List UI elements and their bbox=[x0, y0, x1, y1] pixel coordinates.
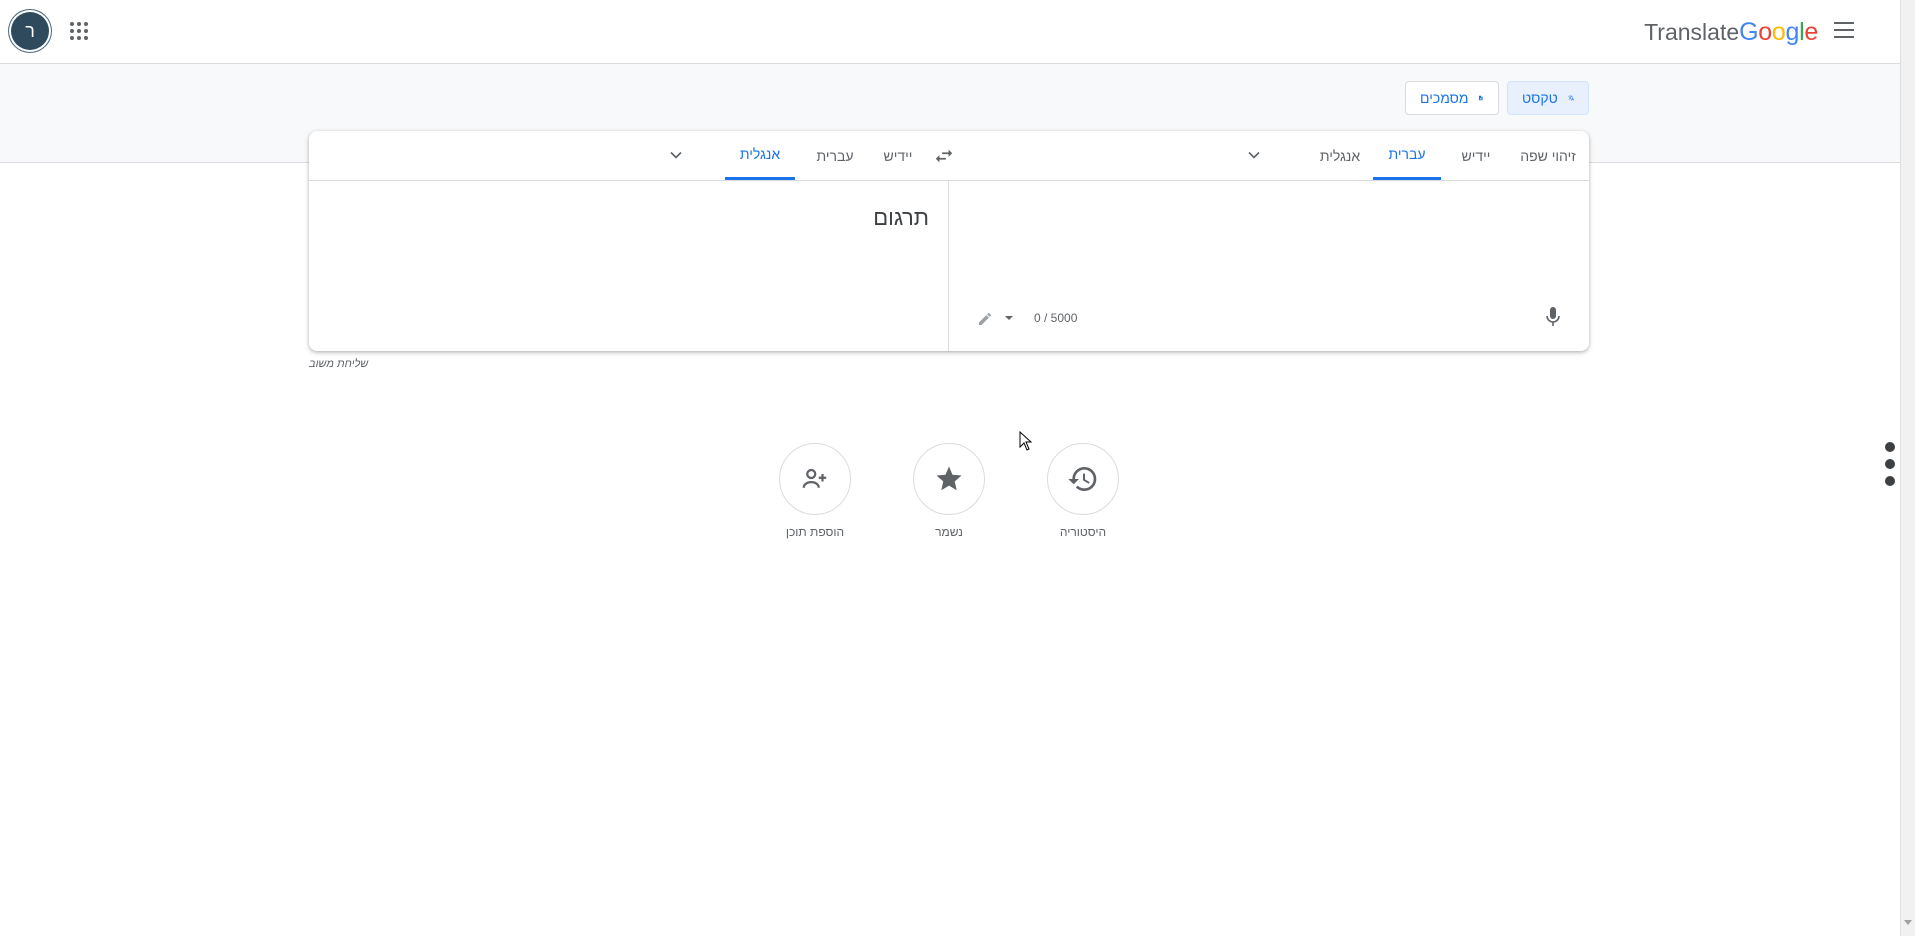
logo-letter: o bbox=[1758, 18, 1772, 46]
top-app-bar: ר Translate Google bbox=[0, 0, 1900, 64]
scroll-down-arrow-icon[interactable] bbox=[1904, 920, 1912, 925]
logo-letter: o bbox=[1771, 18, 1786, 46]
tab-label: אנגלית bbox=[739, 146, 781, 162]
translate-icon bbox=[1567, 95, 1574, 101]
tab-label: עברית bbox=[1388, 146, 1426, 162]
history-button[interactable] bbox=[1047, 443, 1119, 515]
star-icon bbox=[936, 466, 962, 491]
saved-label: נשמר bbox=[935, 525, 963, 539]
text-mode-button[interactable]: טקסט bbox=[1507, 81, 1589, 115]
translation-card: זיהוי שפה יידיש עברית אנגלית יידיש עברית… bbox=[309, 131, 1589, 351]
logo-brand: Google bbox=[1739, 18, 1818, 47]
swap-arrows-icon[interactable] bbox=[933, 145, 955, 167]
documents-mode-button[interactable]: מסמכים bbox=[1405, 81, 1499, 115]
send-feedback-link[interactable]: שליחת משוב bbox=[309, 358, 368, 370]
microphone-icon[interactable] bbox=[1545, 306, 1561, 328]
tab-label: זיהוי שפה bbox=[1520, 147, 1576, 164]
history-action[interactable]: היסטוריה bbox=[1023, 443, 1143, 539]
tab-label: עברית bbox=[816, 147, 854, 164]
saved-button[interactable] bbox=[913, 443, 985, 515]
contribute-label: הוספת תוכן bbox=[785, 525, 845, 539]
tab-source-english[interactable]: אנגלית bbox=[1316, 131, 1364, 180]
history-icon bbox=[1068, 467, 1097, 492]
pencil-icon[interactable] bbox=[977, 311, 993, 327]
logo-letter: e bbox=[1804, 18, 1818, 46]
tab-label: יידיש bbox=[1461, 147, 1491, 164]
google-translate-logo[interactable]: Translate Google bbox=[1644, 18, 1818, 47]
document-icon bbox=[1479, 95, 1484, 101]
logo-letter: G bbox=[1739, 18, 1759, 46]
tab-source-detect[interactable]: זיהוי שפה bbox=[1515, 131, 1581, 180]
account-avatar[interactable]: ר bbox=[11, 12, 49, 50]
tab-target-english[interactable]: אנגלית bbox=[725, 131, 795, 180]
tab-label: יידיש bbox=[883, 147, 913, 164]
mouse-pointer-icon bbox=[1019, 431, 1033, 451]
text-mode-label: טקסט bbox=[1522, 90, 1558, 106]
pane-divider bbox=[948, 180, 949, 351]
contribute-action[interactable]: הוספת תוכן bbox=[755, 443, 875, 539]
contribute-people-icon bbox=[802, 468, 827, 488]
translation-output: תרגום bbox=[873, 205, 929, 230]
tab-target-yiddish[interactable]: יידיש bbox=[877, 131, 919, 180]
history-label: היסטוריה bbox=[1059, 525, 1107, 539]
page-scrollbar[interactable] bbox=[1900, 0, 1915, 936]
apps-grid-icon[interactable] bbox=[68, 20, 90, 42]
documents-mode-label: מסמכים bbox=[1420, 90, 1469, 106]
source-more-languages-chevron-down-icon[interactable] bbox=[1244, 145, 1264, 165]
target-more-languages-chevron-down-icon[interactable] bbox=[666, 145, 686, 165]
side-more-options-icon[interactable] bbox=[1885, 442, 1895, 486]
saved-action[interactable]: נשמר bbox=[889, 443, 1009, 539]
handwriting-options-caret-icon[interactable] bbox=[1005, 316, 1013, 320]
logo-letter: g bbox=[1785, 18, 1800, 46]
tab-source-hebrew[interactable]: עברית bbox=[1373, 131, 1441, 180]
hamburger-menu-icon[interactable] bbox=[1834, 22, 1854, 38]
tab-source-yiddish[interactable]: יידיש bbox=[1454, 131, 1498, 180]
tab-label: אנגלית bbox=[1319, 147, 1361, 164]
language-bar: זיהוי שפה יידיש עברית אנגלית יידיש עברית… bbox=[309, 131, 1589, 181]
tab-target-hebrew[interactable]: עברית bbox=[809, 131, 861, 180]
character-counter: 0 / 5000 bbox=[1034, 311, 1078, 325]
contribute-button[interactable] bbox=[779, 443, 851, 515]
logo-word: Translate bbox=[1644, 19, 1740, 45]
avatar-letter: ר bbox=[25, 20, 35, 41]
